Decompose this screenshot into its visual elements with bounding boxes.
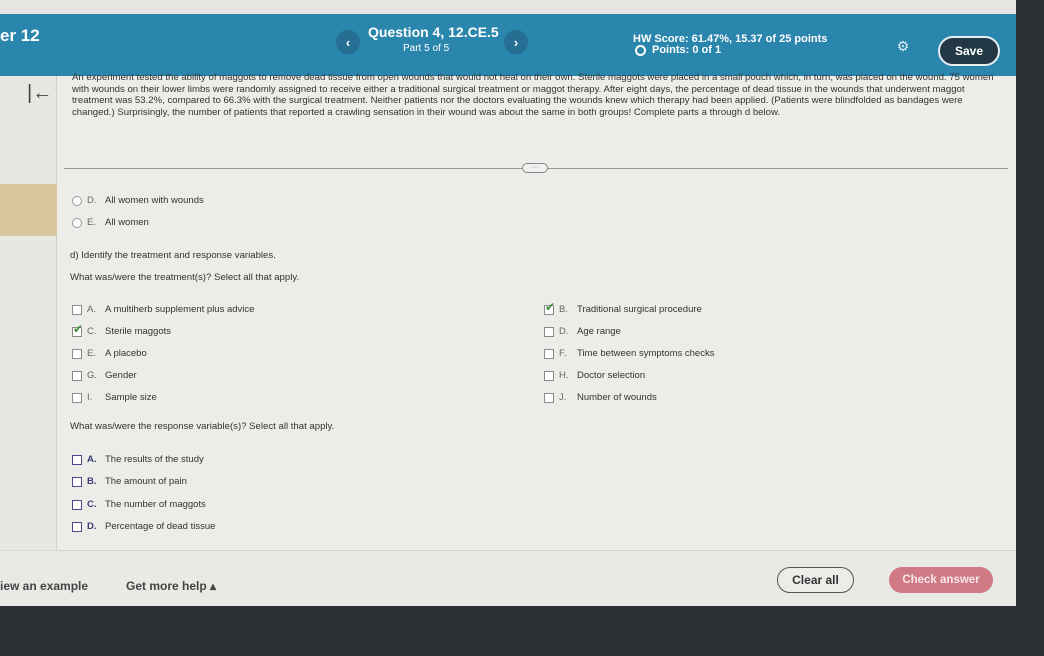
left-sidebar: |←	[0, 76, 57, 550]
option-letter: A.	[87, 304, 96, 315]
option-label: The amount of pain	[105, 476, 187, 487]
option-label: Doctor selection	[577, 370, 646, 381]
treatment-option[interactable]: A. A multiherb supplement plus advice	[72, 304, 254, 315]
radio-option[interactable]: E. All women	[72, 217, 149, 228]
option-letter: B.	[559, 304, 568, 315]
chapter-title: er 12	[0, 26, 40, 45]
option-letter: F.	[559, 348, 567, 359]
treatment-option[interactable]: G. Gender	[72, 370, 137, 381]
checkbox[interactable]	[72, 348, 82, 359]
treatment-option[interactable]: F. Time between symptoms checks	[544, 348, 714, 359]
sidebar-highlight	[0, 184, 57, 236]
option-letter: C.	[87, 326, 97, 337]
treatment-option[interactable]: D. Age range	[544, 326, 621, 337]
option-letter: A.	[87, 454, 97, 465]
option-letter: E.	[87, 348, 96, 359]
question-title: Question 4, 12.CE.5	[368, 24, 499, 40]
collapse-panel-icon[interactable]: |←	[27, 82, 52, 105]
treatment-option[interactable]: B. Traditional surgical procedure	[544, 300, 702, 315]
checkbox-checked[interactable]	[544, 300, 555, 315]
footer-bar: iew an example Get more help ▴ Clear all…	[0, 550, 1016, 606]
option-label: A multiherb supplement plus advice	[105, 304, 255, 315]
treatment-option[interactable]: C. Sterile maggots	[72, 322, 172, 337]
option-letter: C.	[87, 499, 97, 510]
checkbox-checked[interactable]	[72, 322, 83, 337]
treatment-question: What was/were the treatment(s)? Select a…	[70, 272, 300, 283]
checkbox[interactable]	[72, 476, 82, 487]
gear-icon[interactable]: ⚙	[896, 39, 910, 53]
option-label: A placebo	[105, 348, 147, 359]
response-option[interactable]: A. The results of the study	[72, 454, 204, 465]
response-option[interactable]: D. Percentage of dead tissue	[72, 521, 215, 532]
option-letter: D.	[87, 195, 97, 206]
part-d-prompt: d) Identify the treatment and response v…	[70, 250, 276, 261]
checkbox[interactable]	[544, 392, 554, 403]
get-more-help-link[interactable]: Get more help ▴	[126, 579, 216, 593]
option-label: Traditional surgical procedure	[577, 304, 702, 315]
option-label: The number of maggots	[105, 499, 206, 510]
treatment-option[interactable]: E. A placebo	[72, 348, 147, 359]
chevron-right-icon: ›	[513, 34, 519, 50]
option-label: Percentage of dead tissue	[105, 521, 216, 532]
option-label: The results of the study	[105, 454, 204, 465]
problem-statement: An experiment tested the ability of magg…	[72, 72, 994, 118]
save-button[interactable]: Save	[938, 36, 1000, 66]
treatment-option[interactable]: I. Sample size	[72, 392, 157, 403]
option-label: Gender	[105, 370, 137, 381]
option-label: Age range	[577, 326, 621, 337]
next-question-button[interactable]: ›	[504, 30, 528, 54]
screen: er 12 ‹ Question 4, 12.CE.5 Part 5 of 5 …	[0, 0, 1016, 606]
option-label: All women	[105, 217, 149, 228]
option-letter: D.	[559, 326, 569, 337]
checkbox[interactable]	[72, 304, 82, 315]
points-circle-icon	[635, 44, 646, 56]
radio-option[interactable]: D. All women with wounds	[72, 195, 204, 206]
checkbox[interactable]	[544, 370, 554, 381]
radio-button[interactable]	[72, 217, 82, 228]
question-header: er 12 ‹ Question 4, 12.CE.5 Part 5 of 5 …	[0, 14, 1016, 76]
view-example-link[interactable]: iew an example	[0, 579, 88, 593]
radio-button[interactable]	[72, 195, 82, 206]
points-status: Points: 0 of 1	[635, 44, 721, 56]
question-content: An experiment tested the ability of magg…	[58, 72, 1016, 550]
checkbox[interactable]	[72, 521, 82, 532]
points-text: Points: 0 of 1	[652, 44, 722, 56]
treatment-option[interactable]: J. Number of wounds	[544, 392, 657, 403]
checkbox[interactable]	[72, 454, 82, 465]
option-label: Sterile maggots	[105, 326, 172, 337]
option-label: Time between symptoms checks	[577, 348, 715, 359]
treatment-option[interactable]: H. Doctor selection	[544, 370, 645, 381]
option-letter: J.	[559, 392, 567, 403]
question-part: Part 5 of 5	[403, 43, 450, 54]
option-label: All women with wounds	[105, 195, 204, 206]
option-label: Sample size	[105, 392, 157, 403]
checkbox[interactable]	[72, 392, 82, 403]
response-option[interactable]: C. The number of maggots	[72, 499, 206, 510]
divider-handle[interactable]: ···	[522, 163, 548, 173]
checkbox[interactable]	[72, 370, 82, 381]
option-letter: I.	[87, 392, 93, 403]
previous-question-button[interactable]: ‹	[336, 30, 360, 54]
option-letter: E.	[87, 217, 96, 228]
option-letter: H.	[559, 370, 569, 381]
response-question: What was/were the response variable(s)? …	[70, 421, 335, 432]
option-letter: B.	[87, 476, 97, 487]
check-answer-button[interactable]: Check answer	[889, 567, 993, 593]
checkbox[interactable]	[72, 499, 82, 510]
clear-all-button[interactable]: Clear all	[777, 567, 854, 593]
checkbox[interactable]	[544, 348, 554, 359]
response-option[interactable]: B. The amount of pain	[72, 476, 187, 487]
option-letter: G.	[87, 370, 98, 381]
option-label: Number of wounds	[577, 392, 657, 403]
checkbox[interactable]	[544, 326, 554, 337]
chevron-left-icon: ‹	[345, 34, 351, 50]
option-letter: D.	[87, 521, 97, 532]
browser-top-strip	[0, 0, 1016, 14]
